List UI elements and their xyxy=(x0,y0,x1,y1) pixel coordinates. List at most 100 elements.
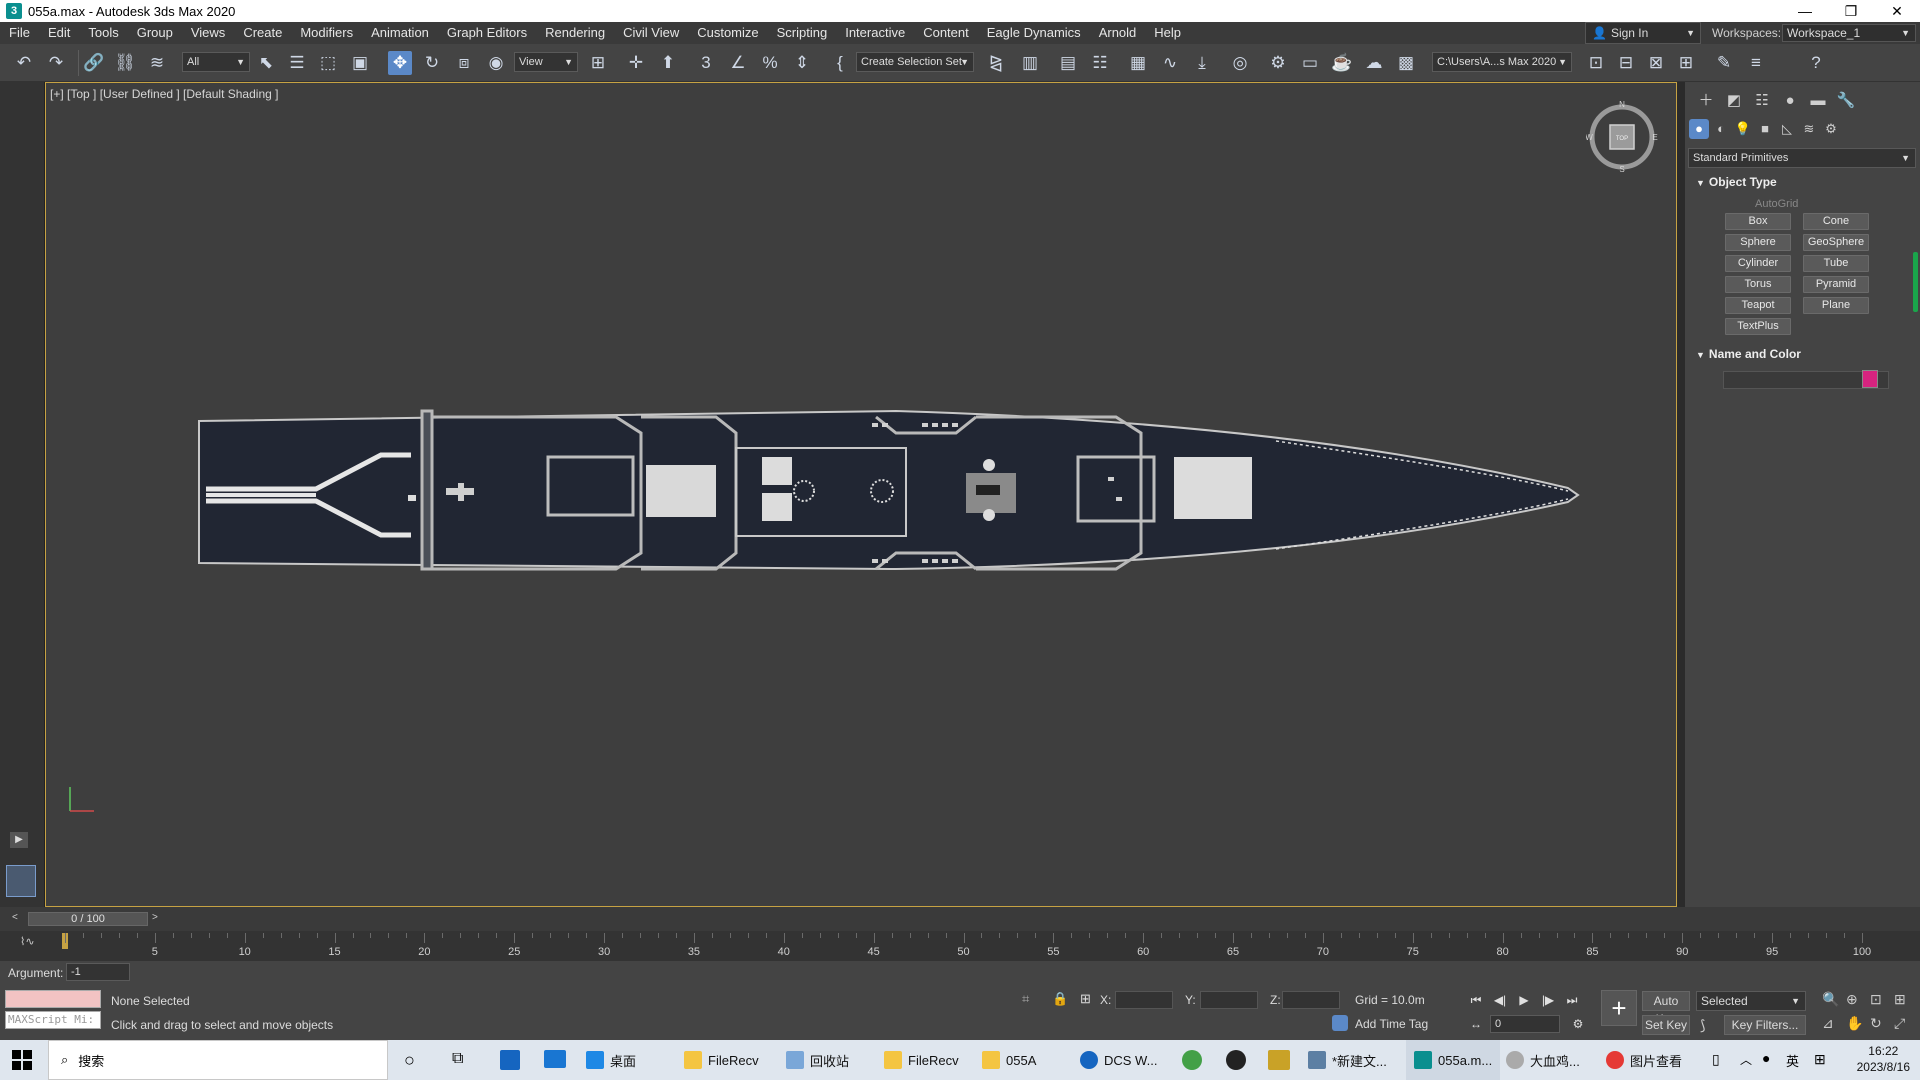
menu-create[interactable]: Create xyxy=(234,22,291,44)
x-coordinate-field[interactable] xyxy=(1115,991,1173,1009)
menu-file[interactable]: File xyxy=(0,22,39,44)
space-warps-icon[interactable]: ≋ xyxy=(1799,119,1819,139)
maximize-viewport-icon[interactable]: ⤢ xyxy=(1894,1015,1905,1032)
absolute-mode-icon[interactable]: ⊞ xyxy=(1080,991,1091,1007)
taskbar-item-browser[interactable]: 大血鸡... xyxy=(1506,1040,1580,1080)
menu-graph-editors[interactable]: Graph Editors xyxy=(438,22,536,44)
container-close-icon[interactable]: ⊠ xyxy=(1644,51,1668,75)
bind-spacewarp-icon[interactable]: ≋ xyxy=(145,51,169,75)
ime-indicator[interactable]: 英 xyxy=(1786,1051,1799,1070)
menu-content[interactable]: Content xyxy=(914,22,978,44)
schematic-view-icon[interactable]: ⤓ xyxy=(1190,51,1214,75)
task-view-icon[interactable]: ⧉ xyxy=(452,1050,463,1068)
key-selection-set-dropdown[interactable]: Selected ▼ xyxy=(1696,991,1806,1011)
container-open-icon[interactable]: ⊟ xyxy=(1614,51,1638,75)
menu-help[interactable]: Help xyxy=(1145,22,1190,44)
qq-tray-icon[interactable]: ● xyxy=(1762,1050,1770,1066)
menu-rendering[interactable]: Rendering xyxy=(536,22,614,44)
rectangular-selection-icon[interactable]: ⬚ xyxy=(316,51,340,75)
ime-mode-icon[interactable]: ⊞ xyxy=(1814,1051,1826,1068)
add-time-tag-button[interactable]: Add Time Tag xyxy=(1355,1017,1428,1031)
time-tag-icon[interactable] xyxy=(1332,1015,1348,1031)
toggle-scene-explorer-icon[interactable]: ▤ xyxy=(1056,51,1080,75)
textplus-button[interactable]: TextPlus xyxy=(1725,318,1791,335)
rendered-frame-window-icon[interactable]: ▭ xyxy=(1298,51,1322,75)
maxscript-mini-listener[interactable]: MAXScript Mi: xyxy=(5,1011,101,1029)
key-mode-toggle-icon[interactable]: ↔ xyxy=(1466,1015,1486,1033)
taskbar-item-055a-folder[interactable]: 055A xyxy=(982,1040,1036,1080)
minimize-button[interactable]: — xyxy=(1782,0,1828,22)
z-coordinate-field[interactable] xyxy=(1282,991,1340,1009)
select-manipulate-icon[interactable]: ✛ xyxy=(624,51,648,75)
torus-button[interactable]: Torus xyxy=(1725,276,1791,293)
media-player-icon[interactable] xyxy=(1226,1050,1246,1070)
mini-curve-editor-icon[interactable]: ⌇∿ xyxy=(20,935,35,948)
lights-icon[interactable]: 💡 xyxy=(1733,119,1753,139)
go-to-start-icon[interactable]: ⏮ xyxy=(1466,991,1486,1009)
selection-lock-icon[interactable]: 🔒 xyxy=(1052,991,1068,1007)
expand-layouts-icon[interactable]: ▶ xyxy=(10,832,28,848)
hierarchy-tab-icon[interactable]: ☷ xyxy=(1751,90,1773,112)
time-configuration-icon[interactable]: ⚙ xyxy=(1568,1015,1588,1033)
taskbar-item-recycle-bin[interactable]: 回收站 xyxy=(786,1040,849,1080)
select-object-icon[interactable]: ⬉ xyxy=(254,51,278,75)
undo-icon[interactable]: ↶ xyxy=(12,51,36,75)
viewport-label[interactable]: [+] [Top ] [User Defined ] [Default Shad… xyxy=(50,87,278,101)
toggle-layer-explorer-icon[interactable]: ☷ xyxy=(1088,51,1112,75)
ship-model[interactable] xyxy=(196,403,1586,583)
keyboard-shortcut-override-icon[interactable]: ⬆ xyxy=(656,51,680,75)
window-crossing-icon[interactable]: ▣ xyxy=(348,51,372,75)
shapes-icon[interactable]: ◐ xyxy=(1711,119,1731,139)
mirror-icon[interactable]: ⧎ xyxy=(984,51,1008,75)
taskbar-item-dcs-world[interactable]: DCS W... xyxy=(1080,1040,1157,1080)
systems-icon[interactable]: ⚙ xyxy=(1821,119,1841,139)
set-key-button[interactable]: Set Key xyxy=(1642,1015,1690,1035)
zoom-all-icon[interactable]: ⊕ xyxy=(1846,991,1858,1008)
pyramid-button[interactable]: Pyramid xyxy=(1803,276,1869,293)
restore-button[interactable]: ❐ xyxy=(1828,0,1874,22)
render-setup-icon[interactable]: ⚙ xyxy=(1266,51,1290,75)
track-bar[interactable]: ⌇∿ 5 10 15 20 25 30 35 40 45 50 55 60 65 70 75 80 85 90 95… xyxy=(0,931,1920,961)
menu-interactive[interactable]: Interactive xyxy=(836,22,914,44)
motion-tab-icon[interactable]: ● xyxy=(1779,90,1801,112)
workspace-dropdown[interactable]: Workspace_1 ▼ xyxy=(1782,24,1916,42)
project-folder-dropdown[interactable]: C:\Users\A...s Max 2020 ▼ xyxy=(1432,52,1572,72)
menu-arnold[interactable]: Arnold xyxy=(1090,22,1146,44)
slider-left-arrow-icon[interactable]: < xyxy=(12,912,18,923)
go-to-end-icon[interactable]: ⏭ xyxy=(1562,991,1582,1009)
snaps-toggle-icon[interactable]: 3 xyxy=(694,51,718,75)
select-by-name-icon[interactable]: ☰ xyxy=(285,51,309,75)
display-tab-icon[interactable]: ▬ xyxy=(1807,90,1829,112)
spinner-snap-icon[interactable]: ⇕ xyxy=(790,51,814,75)
object-type-rollout[interactable]: ▼ Object Type xyxy=(1688,172,1916,192)
auto-key-button[interactable]: Auto Key xyxy=(1642,991,1690,1026)
menu-animation[interactable]: Animation xyxy=(362,22,438,44)
store-icon[interactable] xyxy=(500,1050,520,1070)
zoom-extents-all-icon[interactable]: ⊞ xyxy=(1894,991,1906,1008)
cone-button[interactable]: Cone xyxy=(1803,213,1869,230)
select-and-rotate-icon[interactable]: ↻ xyxy=(420,51,444,75)
y-coordinate-field[interactable] xyxy=(1200,991,1258,1009)
sphere-button[interactable]: Sphere xyxy=(1725,234,1791,251)
geometry-icon[interactable]: ● xyxy=(1689,119,1709,139)
mail-icon[interactable] xyxy=(544,1050,566,1068)
battery-icon[interactable]: ▯ xyxy=(1712,1051,1720,1068)
menu-scripting[interactable]: Scripting xyxy=(768,22,837,44)
set-keys-icon[interactable]: + xyxy=(1601,990,1637,1026)
name-and-color-rollout[interactable]: ▼ Name and Color xyxy=(1688,344,1916,364)
next-frame-icon[interactable]: |▶ xyxy=(1538,991,1558,1009)
tray-expand-icon[interactable]: ︿ xyxy=(1740,1051,1752,1068)
argument-spinner[interactable]: -1 xyxy=(66,963,130,981)
menu-modifiers[interactable]: Modifiers xyxy=(291,22,362,44)
link-icon[interactable]: 🔗 xyxy=(82,51,106,75)
menu-eagle-dynamics[interactable]: Eagle Dynamics xyxy=(978,22,1090,44)
taskbar-item-image-viewer[interactable]: 图片查看 xyxy=(1606,1040,1682,1080)
isolate-selection-icon[interactable]: ⌗ xyxy=(1022,991,1029,1007)
container-icon[interactable]: ⊡ xyxy=(1584,51,1608,75)
menu-edit[interactable]: Edit xyxy=(39,22,79,44)
autogrid-checkbox[interactable]: AutoGrid xyxy=(1755,198,1798,210)
top-viewport[interactable]: [+] [Top ] [User Defined ] [Default Shad… xyxy=(45,82,1677,907)
sign-in-dropdown[interactable]: 👤 Sign In ▼ xyxy=(1585,22,1701,44)
brush-icon[interactable]: ✎ xyxy=(1712,51,1736,75)
align-icon[interactable]: ▥ xyxy=(1018,51,1042,75)
